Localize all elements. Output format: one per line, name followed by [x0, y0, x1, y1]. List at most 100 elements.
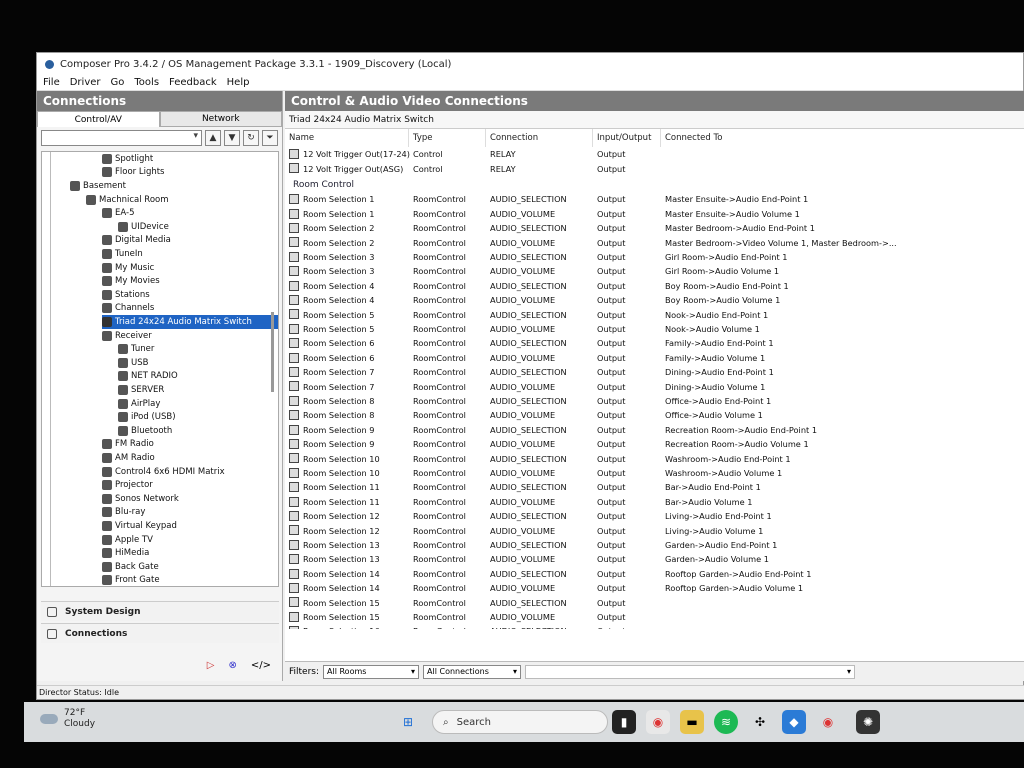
tab-control-av[interactable]: Control/AV: [37, 111, 160, 127]
up-arrow-icon[interactable]: ▲: [205, 130, 221, 146]
col-type[interactable]: Type: [409, 129, 486, 147]
tree-node[interactable]: Receiver: [102, 329, 152, 343]
tree-node[interactable]: My Music: [102, 261, 154, 275]
menu-tools[interactable]: Tools: [134, 77, 159, 88]
table-row[interactable]: Room Selection 1 RoomControl AUDIO_SELECTI…: [285, 192, 1024, 206]
nav-connections[interactable]: Connections: [41, 623, 279, 643]
tree-node[interactable]: Sonos Network: [102, 492, 179, 506]
col-connected-to[interactable]: Connected To: [661, 129, 1024, 147]
tree-node[interactable]: AM Radio: [102, 451, 155, 465]
slack-icon[interactable]: ✣: [748, 710, 772, 734]
taskbar-search[interactable]: ⌕ Search: [432, 710, 608, 734]
code-icon[interactable]: </>: [251, 660, 271, 671]
chrome-profile-icon[interactable]: ◉: [816, 710, 840, 734]
tree-node[interactable]: Bluetooth: [118, 424, 172, 438]
group-header-room-control[interactable]: Room Control: [293, 178, 354, 192]
menu-help[interactable]: Help: [227, 77, 250, 88]
menu-driver[interactable]: Driver: [70, 77, 101, 88]
refresh-icon[interactable]: ↻: [243, 130, 259, 146]
tree-node[interactable]: Digital Media: [102, 234, 171, 248]
table-row[interactable]: Room Selection 15 RoomControl AUDIO_SELECT…: [285, 595, 1024, 609]
table-row[interactable]: Room Selection 7 RoomControl AUDIO_SELECTI…: [285, 365, 1024, 379]
connections-filter-select[interactable]: All Connections: [423, 664, 522, 679]
table-row[interactable]: Room Selection 5 RoomControl AUDIO_VOLUME O…: [285, 322, 1024, 336]
table-row[interactable]: 12 Volt Trigger Out(17-24) Control RELAY Ou…: [285, 147, 1024, 161]
table-row[interactable]: Room Selection 7 RoomControl AUDIO_VOLUME O…: [285, 379, 1024, 393]
tree-node[interactable]: EA-5: [102, 206, 134, 220]
tree-node[interactable]: Tuner: [118, 342, 154, 356]
weather-widget[interactable]: 72°F Cloudy: [40, 708, 95, 730]
table-row[interactable]: Room Selection 13 RoomControl AUDIO_SELECT…: [285, 538, 1024, 552]
table-row[interactable]: Room Selection 10 RoomControl AUDIO_SELECT…: [285, 451, 1024, 465]
table-row[interactable]: Room Selection 9 RoomControl AUDIO_SELECTI…: [285, 423, 1024, 437]
play-icon[interactable]: ▷: [207, 660, 215, 671]
tree-node[interactable]: iPod (USB): [118, 410, 176, 424]
table-row[interactable]: Room Selection 12 RoomControl AUDIO_VOLUME…: [285, 523, 1024, 537]
table-row[interactable]: Room Selection 5 RoomControl AUDIO_SELECTI…: [285, 307, 1024, 321]
table-row[interactable]: Room Selection 14 RoomControl AUDIO_SELECT…: [285, 567, 1024, 581]
table-row[interactable]: Room Selection 15 RoomControl AUDIO_VOLUME…: [285, 610, 1024, 624]
menu-go[interactable]: Go: [111, 77, 125, 88]
col-io[interactable]: Input/Output: [593, 129, 661, 147]
table-row[interactable]: Room Selection 11 RoomControl AUDIO_SELECT…: [285, 480, 1024, 494]
dual-icon[interactable]: ⊗: [228, 660, 236, 671]
nav-system-design[interactable]: System Design: [41, 601, 279, 621]
tree-node[interactable]: Triad 24x24 Audio Matrix Switch: [102, 315, 278, 329]
col-name[interactable]: Name: [285, 129, 409, 147]
table-row[interactable]: Room Selection 3 RoomControl AUDIO_SELECTI…: [285, 250, 1024, 264]
table-row[interactable]: Room Selection 2 RoomControl AUDIO_VOLUME O…: [285, 235, 1024, 249]
down-arrow-icon[interactable]: ▼: [224, 130, 240, 146]
tree-node[interactable]: Machnical Room: [86, 193, 169, 207]
table-row[interactable]: Room Selection 1 RoomControl AUDIO_VOLUME O…: [285, 207, 1024, 221]
tree-node[interactable]: Spotlight: [102, 152, 153, 166]
menu-feedback[interactable]: Feedback: [169, 77, 217, 88]
tab-network[interactable]: Network: [159, 111, 282, 127]
table-row[interactable]: Room Selection 4 RoomControl AUDIO_SELECTI…: [285, 279, 1024, 293]
tree-node[interactable]: Virtual Keypad: [102, 519, 177, 533]
menu-file[interactable]: File: [43, 77, 60, 88]
app-icon-dark[interactable]: ✺: [856, 710, 880, 734]
tree-node[interactable]: Apple TV: [102, 533, 153, 547]
tree-node[interactable]: Stations: [102, 288, 150, 302]
tree-node[interactable]: Basement: [70, 179, 126, 193]
title-bar[interactable]: Composer Pro 3.4.2 / OS Management Packa…: [37, 53, 1023, 75]
table-row[interactable]: Room Selection 10 RoomControl AUDIO_VOLUME…: [285, 466, 1024, 480]
tree-node[interactable]: NET RADIO: [118, 370, 178, 384]
table-row[interactable]: Room Selection 8 RoomControl AUDIO_VOLUME O…: [285, 408, 1024, 422]
tree-node[interactable]: Front Gate: [102, 574, 160, 586]
table-row[interactable]: Room Selection 8 RoomControl AUDIO_SELECTI…: [285, 394, 1024, 408]
filter-text-input[interactable]: [525, 664, 856, 679]
tree-node[interactable]: My Movies: [102, 274, 160, 288]
table-row[interactable]: 12 Volt Trigger Out(ASG) Control RELAY Outp…: [285, 161, 1024, 175]
tree-node[interactable]: Back Gate: [102, 560, 159, 574]
file-explorer-icon[interactable]: ▬: [680, 710, 704, 734]
tree-node[interactable]: SERVER: [118, 383, 164, 397]
table-row[interactable]: Room Selection 13 RoomControl AUDIO_VOLUME…: [285, 552, 1024, 566]
tree-node[interactable]: Floor Lights: [102, 166, 165, 180]
table-row[interactable]: Room Selection 6 RoomControl AUDIO_SELECTI…: [285, 336, 1024, 350]
tree-node[interactable]: AirPlay: [118, 397, 160, 411]
tree-node[interactable]: Control4 6x6 HDMI Matrix: [102, 465, 225, 479]
spotify-icon[interactable]: ≋: [714, 710, 738, 734]
tree-node[interactable]: Channels: [102, 302, 154, 316]
composer-icon[interactable]: ◆: [782, 710, 806, 734]
table-row[interactable]: Room Selection 6 RoomControl AUDIO_VOLUME O…: [285, 351, 1024, 365]
table-row[interactable]: Room Selection 14 RoomControl AUDIO_VOLUME…: [285, 581, 1024, 595]
tree-node[interactable]: FM Radio: [102, 438, 154, 452]
tree-filter-combo[interactable]: [41, 130, 202, 146]
table-row[interactable]: Room Selection 3 RoomControl AUDIO_VOLUME O…: [285, 264, 1024, 278]
chrome-icon[interactable]: ◉: [646, 710, 670, 734]
tree-node[interactable]: Blu-ray: [102, 506, 145, 520]
windows-start-icon[interactable]: ⊞: [396, 710, 420, 734]
table-row[interactable]: Room Selection 2 RoomControl AUDIO_SELECTI…: [285, 221, 1024, 235]
tree-node[interactable]: USB: [118, 356, 148, 370]
table-row[interactable]: Room Selection 9 RoomControl AUDIO_VOLUME O…: [285, 437, 1024, 451]
col-connection[interactable]: Connection: [486, 129, 593, 147]
tree-node[interactable]: TuneIn: [102, 247, 143, 261]
table-row[interactable]: Room Selection 11 RoomControl AUDIO_VOLUME…: [285, 495, 1024, 509]
table-row[interactable]: Room Selection 4 RoomControl AUDIO_VOLUME O…: [285, 293, 1024, 307]
task-view-icon[interactable]: ▮: [612, 710, 636, 734]
rooms-filter-select[interactable]: All Rooms: [323, 664, 420, 679]
table-row[interactable]: Room Selection 16 RoomControl AUDIO_SELECT…: [285, 624, 1024, 629]
tree-node[interactable]: HiMedia: [102, 546, 149, 560]
